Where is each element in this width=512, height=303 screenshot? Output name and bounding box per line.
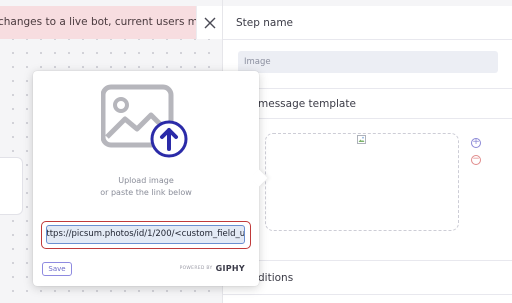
divider [223,294,512,295]
paste-link-hint: or paste the link below [100,188,192,197]
broken-image-icon [357,135,366,144]
upload-image-label: Upload image [118,176,174,185]
powered-by-label: POWERED BY [179,266,213,271]
image-upload-popover: Upload image or paste the link below htt… [33,71,268,286]
close-button[interactable] [196,6,223,39]
image-upload-icon[interactable] [101,83,191,163]
conditions-label: ditions [258,272,294,284]
step-name-label: Step name [236,17,294,29]
image-url-input[interactable]: https://picsum.photos/id/1/200/<custom_f… [46,225,245,244]
divider [223,88,512,89]
step-name-input[interactable]: Image [238,51,498,73]
panel-top-strip [223,0,512,6]
minus-icon: − [472,154,480,164]
live-bot-warning-banner: changes to a live bot, current users may… [0,6,196,39]
step-settings-panel: Step name Image message template + − dit… [222,0,512,303]
divider [223,118,512,119]
plus-icon: + [472,137,480,147]
giphy-logo: GIPHY [215,264,245,273]
remove-content-button[interactable]: − [471,155,481,165]
giphy-attribution: POWERED BY GIPHY [180,264,245,273]
image-url-value: https://picsum.photos/id/1/200/<custom_f… [46,229,245,239]
close-icon [204,17,216,28]
warning-text: changes to a live bot, current users may… [0,16,196,28]
divider [223,260,512,261]
image-url-field-highlight: https://picsum.photos/id/1/200/<custom_f… [41,221,251,249]
save-button[interactable]: Save [42,262,72,276]
image-drop-zone[interactable] [265,133,459,231]
message-template-label: message template [258,98,356,110]
add-content-button[interactable]: + [471,138,481,148]
flow-node-card[interactable] [0,157,23,215]
divider [223,39,512,40]
